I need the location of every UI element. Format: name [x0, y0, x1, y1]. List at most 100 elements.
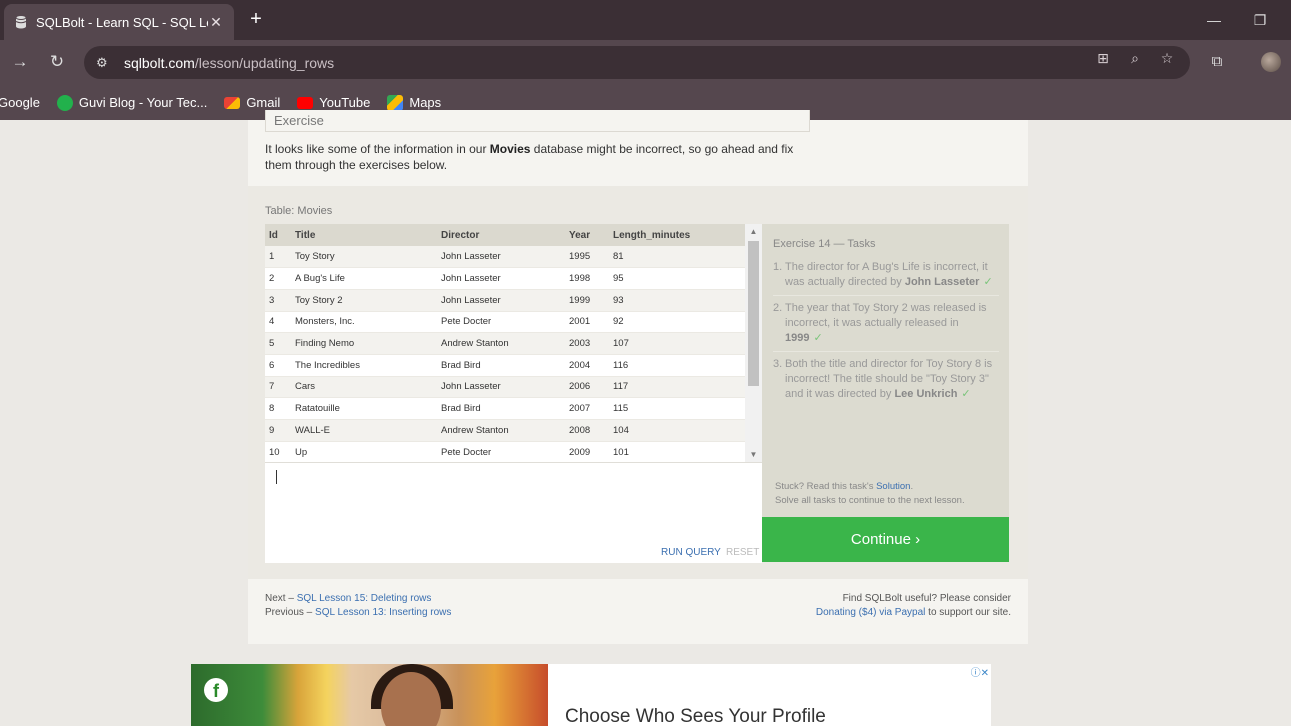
advertisement-banner[interactable]: f Choose Who Sees Your Profile ⓘ✕ — [191, 664, 991, 726]
restore-icon[interactable]: ❐ — [1250, 10, 1270, 30]
new-tab-icon[interactable]: + — [246, 8, 266, 30]
table-cell: 8 — [265, 397, 291, 420]
scrollbar-thumb[interactable] — [748, 241, 759, 386]
ad-choices-icon[interactable]: ⓘ✕ — [971, 664, 989, 679]
exercise-header: Exercise — [265, 110, 810, 132]
url-path: /lesson/updating_rows — [194, 54, 335, 71]
run-query-button[interactable]: RUN QUERY — [661, 547, 721, 558]
results-table-container[interactable]: Id Title Director Year Length_minutes 1T… — [265, 224, 762, 462]
profile-avatar[interactable] — [1261, 52, 1281, 72]
ad-photo — [191, 664, 548, 726]
text-caret — [276, 470, 277, 484]
check-icon: ✓ — [961, 388, 971, 400]
task-text: Both the title and director for Toy Stor… — [785, 357, 999, 402]
previous-lesson-link[interactable]: SQL Lesson 13: Inserting rows — [315, 607, 451, 618]
bookmark-label: Maps — [409, 95, 442, 110]
bookmark-label: YouTube — [319, 95, 371, 110]
bookmark-youtube[interactable]: YouTube — [297, 95, 370, 110]
bookmark-guvi[interactable]: Guvi Blog - Your Tec... — [56, 94, 207, 111]
table-cell: The Incredibles — [291, 354, 437, 377]
reload-icon[interactable]: ↻ — [47, 52, 67, 72]
table-row: 10 Up Pete Docter 2009 101 — [265, 441, 745, 462]
table-cell: Andrew Stanton — [437, 419, 565, 442]
bookmark-label: Google — [0, 95, 40, 110]
table-header-row: Id Title Director Year Length_minutes — [265, 224, 745, 246]
sqlbolt-favicon-icon — [14, 15, 28, 29]
table-cell: A Bug's Life — [291, 267, 437, 290]
solution-link[interactable]: Solution — [876, 481, 910, 492]
extensions-icon[interactable]: ⧉ — [1208, 53, 1226, 71]
site-info-icon[interactable]: ⚙ — [96, 55, 112, 71]
table-cell: 104 — [609, 419, 745, 442]
table-cell: 2006 — [565, 376, 609, 399]
table-cell: 6 — [265, 354, 291, 377]
table-row: 6 The Incredibles Brad Bird 2004 116 — [265, 354, 745, 377]
table-cell: 115 — [609, 397, 745, 420]
gmail-icon — [224, 96, 241, 109]
tab-title: SQLBolt - Learn SQL - SQL Less — [36, 14, 208, 30]
find-useful-text: Find SQLBolt useful? Please consider — [842, 593, 1011, 604]
movies-table: Id Title Director Year Length_minutes 1T… — [265, 224, 745, 462]
browser-tab[interactable]: SQLBolt - Learn SQL - SQL Less ✕ — [4, 4, 234, 40]
task-answer: Lee Unkrich — [894, 388, 958, 400]
table-scrollbar[interactable]: ▲ ▼ — [745, 224, 762, 462]
table-caption: Table: Movies — [265, 205, 333, 217]
bookmark-gmail[interactable]: Gmail — [224, 95, 280, 110]
table-cell: 5 — [265, 332, 291, 355]
task-number: 3. — [773, 358, 783, 370]
forward-icon[interactable]: → — [10, 52, 30, 72]
next-lesson-link[interactable]: SQL Lesson 15: Deleting rows — [297, 593, 432, 604]
table-cell: 1998 — [565, 267, 609, 290]
table-cell: 116 — [609, 354, 745, 377]
bookmark-star-icon[interactable]: ☆ — [1158, 49, 1176, 67]
donate-link[interactable]: Donating ($4) via Paypal — [816, 607, 926, 618]
address-bar[interactable]: ⚙ sqlbolt.com/lesson/updating_rows — [84, 46, 1190, 79]
table-cell: 95 — [609, 267, 745, 290]
table-row: 1 Toy Story John Lasseter 1995 81 — [265, 246, 745, 269]
column-header: Director — [437, 224, 565, 246]
zoom-icon[interactable]: ⌕ — [1126, 49, 1144, 67]
stuck-text: Stuck? Read this task's — [775, 481, 877, 492]
table-row: 3 Toy Story 2 John Lasseter 1999 93 — [265, 289, 745, 312]
minimize-icon[interactable]: — — [1204, 10, 1224, 30]
task-number: 1. — [773, 261, 783, 273]
table-cell: John Lasseter — [437, 267, 565, 290]
lesson-navigation: Next – SQL Lesson 15: Deleting rows Prev… — [265, 592, 451, 620]
table-cell: 10 — [265, 441, 291, 462]
exercise-area: Table: Movies Id Title Director Year Len… — [248, 186, 1028, 579]
table-cell: 2 — [265, 267, 291, 290]
solve-all-text: Solve all tasks to continue to the next … — [775, 495, 965, 506]
table-cell: 81 — [609, 246, 745, 269]
translate-icon[interactable]: ⊞ — [1094, 49, 1112, 67]
reset-button[interactable]: RESET — [726, 547, 759, 558]
table-cell: Andrew Stanton — [437, 332, 565, 355]
stuck-period: . — [910, 481, 914, 492]
tab-bar: SQLBolt - Learn SQL - SQL Less ✕ + — ❐ — [0, 0, 1291, 40]
bookmark-google[interactable]: Google — [0, 95, 40, 110]
tasks-panel: Exercise 14 — Tasks 1. The director for … — [762, 224, 1009, 517]
support-text: to support our site. — [925, 607, 1011, 618]
task-number: 2. — [773, 302, 783, 314]
scroll-down-icon[interactable]: ▼ — [745, 447, 762, 462]
guvi-icon — [56, 94, 73, 111]
table-cell: Toy Story 2 — [291, 289, 437, 312]
table-cell: Finding Nemo — [291, 332, 437, 355]
continue-button[interactable]: Continue › — [762, 517, 1009, 562]
task-text: The year that Toy Story 2 was released i… — [785, 301, 999, 346]
table-cell: 1999 — [565, 289, 609, 312]
youtube-icon — [297, 96, 314, 109]
scroll-up-icon[interactable]: ▲ — [745, 224, 762, 239]
maps-icon — [387, 94, 404, 111]
table-row: 8 Ratatouille Brad Bird 2007 115 — [265, 397, 745, 420]
sql-query-editor[interactable]: RUN QUERY RESET — [265, 462, 762, 563]
table-cell: 107 — [609, 332, 745, 355]
task-item: 3. Both the title and director for Toy S… — [773, 357, 999, 407]
lesson-card: Exercise It looks like some of the infor… — [248, 110, 1028, 644]
ad-headline: Choose Who Sees Your Profile — [565, 706, 826, 726]
table-cell: 4 — [265, 311, 291, 334]
bookmark-maps[interactable]: Maps — [387, 94, 442, 111]
donation-note: Find SQLBolt useful? Please consider Don… — [816, 592, 1011, 620]
table-cell: John Lasseter — [437, 289, 565, 312]
table-cell: Pete Docter — [437, 441, 565, 462]
tab-close-icon[interactable]: ✕ — [208, 14, 224, 31]
